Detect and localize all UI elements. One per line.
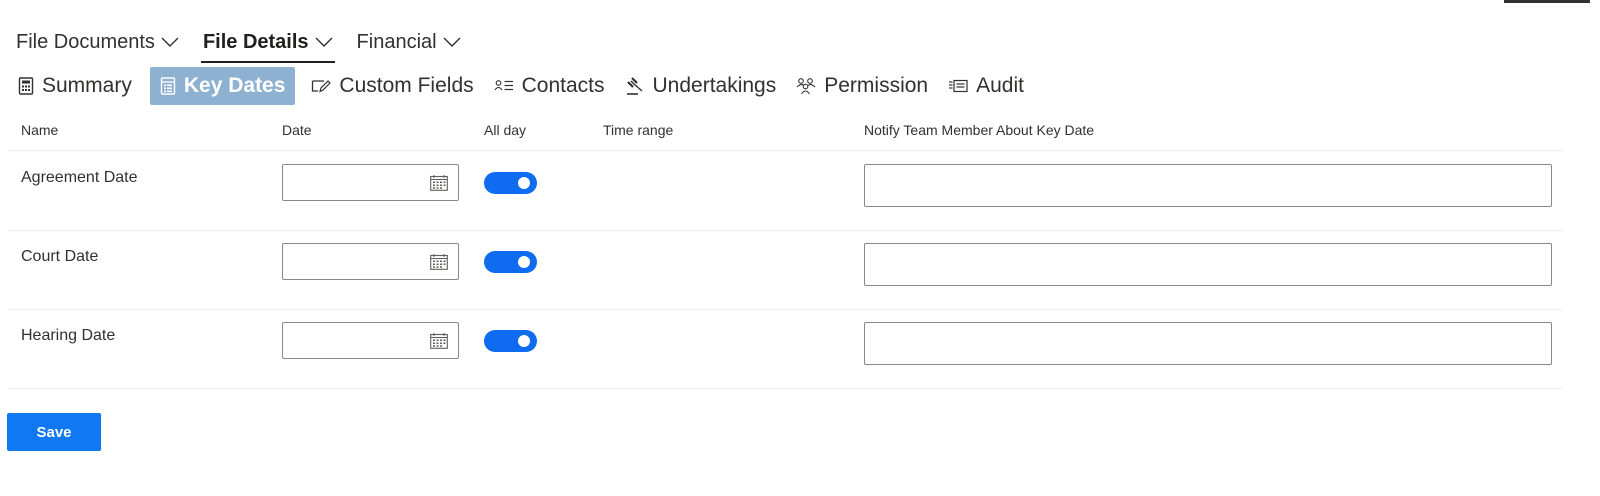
nav-financial[interactable]: Financial <box>357 27 461 57</box>
chevron-down-icon <box>161 36 179 48</box>
tab-label: Summary <box>42 74 132 97</box>
row-name: Court Date <box>21 248 99 265</box>
toggle-knob <box>518 177 530 189</box>
chevron-down-icon <box>443 36 461 48</box>
all-day-toggle[interactable] <box>484 172 537 194</box>
tab-custom-fields[interactable]: Custom Fields <box>301 67 483 105</box>
tab-audit[interactable]: Audit <box>938 67 1034 105</box>
notify-team-member-field[interactable] <box>864 164 1552 207</box>
all-day-toggle[interactable] <box>484 330 537 352</box>
toggle-knob <box>518 335 530 347</box>
contacts-list-icon <box>494 79 514 93</box>
column-header-time-range: Time range <box>603 122 674 138</box>
top-right-edge-bar <box>1504 0 1590 3</box>
top-nav: File Documents File Details Financial <box>16 27 485 63</box>
date-picker[interactable] <box>282 164 459 201</box>
tab-label: Key Dates <box>183 74 286 97</box>
all-day-toggle[interactable] <box>484 251 537 273</box>
table-row: Court Date <box>8 230 1562 310</box>
tab-label: Contacts <box>521 74 605 97</box>
column-header-notify: Notify Team Member About Key Date <box>864 122 1095 138</box>
column-header-all-day: All day <box>484 122 527 138</box>
calendar-icon[interactable] <box>430 254 448 275</box>
table-row: Agreement Date <box>8 151 1562 231</box>
sub-tabs: Summary Key Dates Custom Fields Contacts… <box>8 67 1034 105</box>
calendar-list-icon <box>160 77 176 95</box>
column-header-name: Name <box>21 122 59 138</box>
chevron-down-icon <box>315 36 333 48</box>
people-icon <box>796 77 816 95</box>
tab-label: Custom Fields <box>339 74 474 97</box>
row-name: Hearing Date <box>21 327 116 344</box>
row-name: Agreement Date <box>21 169 138 186</box>
nav-file-documents[interactable]: File Documents <box>16 27 179 57</box>
calculator-icon <box>18 77 34 95</box>
toggle-knob <box>518 256 530 268</box>
calendar-icon[interactable] <box>430 333 448 354</box>
key-dates-table-header: Name Date All day Time range Notify Team… <box>8 118 1562 151</box>
column-header-date: Date <box>282 122 312 138</box>
calendar-icon[interactable] <box>430 175 448 196</box>
notify-team-member-field[interactable] <box>864 243 1552 286</box>
tab-permission[interactable]: Permission <box>786 67 938 105</box>
tab-key-dates[interactable]: Key Dates <box>149 67 296 105</box>
notify-team-member-field[interactable] <box>864 322 1552 365</box>
tab-summary[interactable]: Summary <box>8 67 142 105</box>
tab-label: Undertakings <box>652 74 777 97</box>
tab-contacts[interactable]: Contacts <box>484 67 615 105</box>
edit-field-icon <box>311 78 332 94</box>
gavel-icon <box>625 76 645 96</box>
tab-label: Permission <box>824 74 929 97</box>
nav-label: Financial <box>356 30 437 53</box>
audit-icon <box>948 79 968 93</box>
tab-label: Audit <box>976 74 1024 97</box>
nav-label: File Documents <box>16 30 155 53</box>
nav-label: File Details <box>202 30 309 53</box>
save-button[interactable]: Save <box>7 413 101 451</box>
date-picker[interactable] <box>282 322 459 359</box>
date-picker[interactable] <box>282 243 459 280</box>
table-row: Hearing Date <box>8 309 1562 389</box>
tab-undertakings[interactable]: Undertakings <box>615 67 787 105</box>
nav-file-details[interactable]: File Details <box>200 27 335 63</box>
